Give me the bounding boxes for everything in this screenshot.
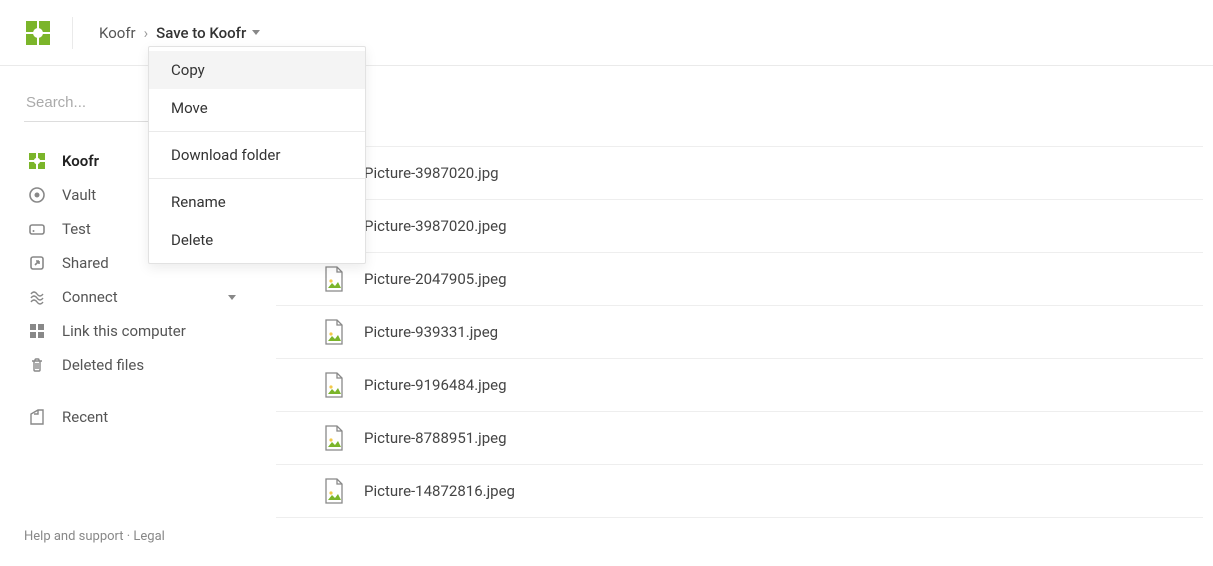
sidebar-item-deleted-files[interactable]: Deleted files (24, 348, 242, 382)
file-row[interactable]: Picture-14872816.jpeg (276, 464, 1203, 518)
sidebar-item-label: Vault (62, 186, 96, 204)
drive-icon (28, 220, 46, 238)
image-file-icon (322, 265, 346, 293)
link-icon (28, 322, 46, 340)
menu-item-delete[interactable]: Delete (149, 221, 365, 259)
connect-icon (28, 288, 46, 306)
legal-link[interactable]: Legal (133, 529, 164, 544)
file-name: Picture-3987020.jpg (364, 164, 499, 182)
trash-icon (28, 356, 46, 374)
recent-icon (28, 408, 46, 426)
breadcrumb-current-label: Save to Koofr (156, 24, 246, 42)
menu-item-move[interactable]: Move (149, 89, 365, 127)
sidebar-item-label: Test (62, 220, 91, 238)
breadcrumb: Koofr › Save to Koofr (99, 24, 260, 42)
koofr-logo[interactable] (24, 19, 52, 47)
menu-item-rename[interactable]: Rename (149, 183, 365, 221)
file-row[interactable]: Picture-939331.jpeg (276, 305, 1203, 358)
chevron-down-icon (252, 30, 260, 35)
header-divider (72, 17, 73, 49)
file-name: Picture-939331.jpeg (364, 323, 498, 341)
folder-meta: MB (276, 86, 1203, 146)
image-file-icon (322, 371, 346, 399)
breadcrumb-separator: › (144, 24, 149, 42)
file-list: Picture-3987020.jpg Picture-3987020.jpeg P… (276, 146, 1203, 518)
sidebar-item-label: Recent (62, 408, 108, 426)
file-name: Picture-2047905.jpeg (364, 270, 507, 288)
sidebar-item-label: Koofr (62, 152, 99, 170)
image-file-icon (322, 318, 346, 346)
file-row[interactable]: Picture-8788951.jpeg (276, 411, 1203, 464)
file-name: Picture-14872816.jpeg (364, 482, 515, 500)
sidebar-item-label: Shared (62, 254, 109, 272)
sidebar-item-connect[interactable]: Connect (24, 280, 242, 314)
file-row[interactable]: Picture-2047905.jpeg (276, 252, 1203, 305)
footer-sep: · (124, 529, 134, 544)
file-row[interactable]: Picture-9196484.jpeg (276, 358, 1203, 411)
menu-divider (149, 131, 365, 132)
sidebar-item-recent[interactable]: Recent (24, 400, 242, 434)
main-content: MB Picture-3987020.jpgPicture-3987020.jp… (266, 66, 1213, 566)
sidebar-item-label: Link this computer (62, 322, 186, 340)
koofr-icon (28, 152, 46, 170)
menu-item-copy[interactable]: Copy (149, 51, 365, 89)
sidebar-item-label: Deleted files (62, 356, 144, 374)
image-file-icon (322, 424, 346, 452)
file-name: Picture-8788951.jpeg (364, 429, 507, 447)
file-name: Picture-3987020.jpeg (364, 217, 507, 235)
file-row[interactable]: Picture-3987020.jpeg (276, 199, 1203, 252)
vault-icon (28, 186, 46, 204)
chevron-down-icon (228, 295, 236, 300)
menu-item-download-folder[interactable]: Download folder (149, 136, 365, 174)
file-name: Picture-9196484.jpeg (364, 376, 507, 394)
help-link[interactable]: Help and support (24, 529, 124, 544)
sidebar-item-link-this-computer[interactable]: Link this computer (24, 314, 242, 348)
sidebar-item-label: Connect (62, 288, 118, 306)
sidebar-footer: Help and support · Legal (24, 511, 242, 566)
menu-divider (149, 178, 365, 179)
file-row[interactable]: Picture-3987020.jpg (276, 146, 1203, 199)
breadcrumb-root[interactable]: Koofr (99, 24, 136, 42)
breadcrumb-current[interactable]: Save to Koofr (156, 24, 260, 42)
shared-icon (28, 254, 46, 272)
image-file-icon (322, 477, 346, 505)
folder-context-menu: CopyMove Download folder RenameDelete (148, 46, 366, 264)
